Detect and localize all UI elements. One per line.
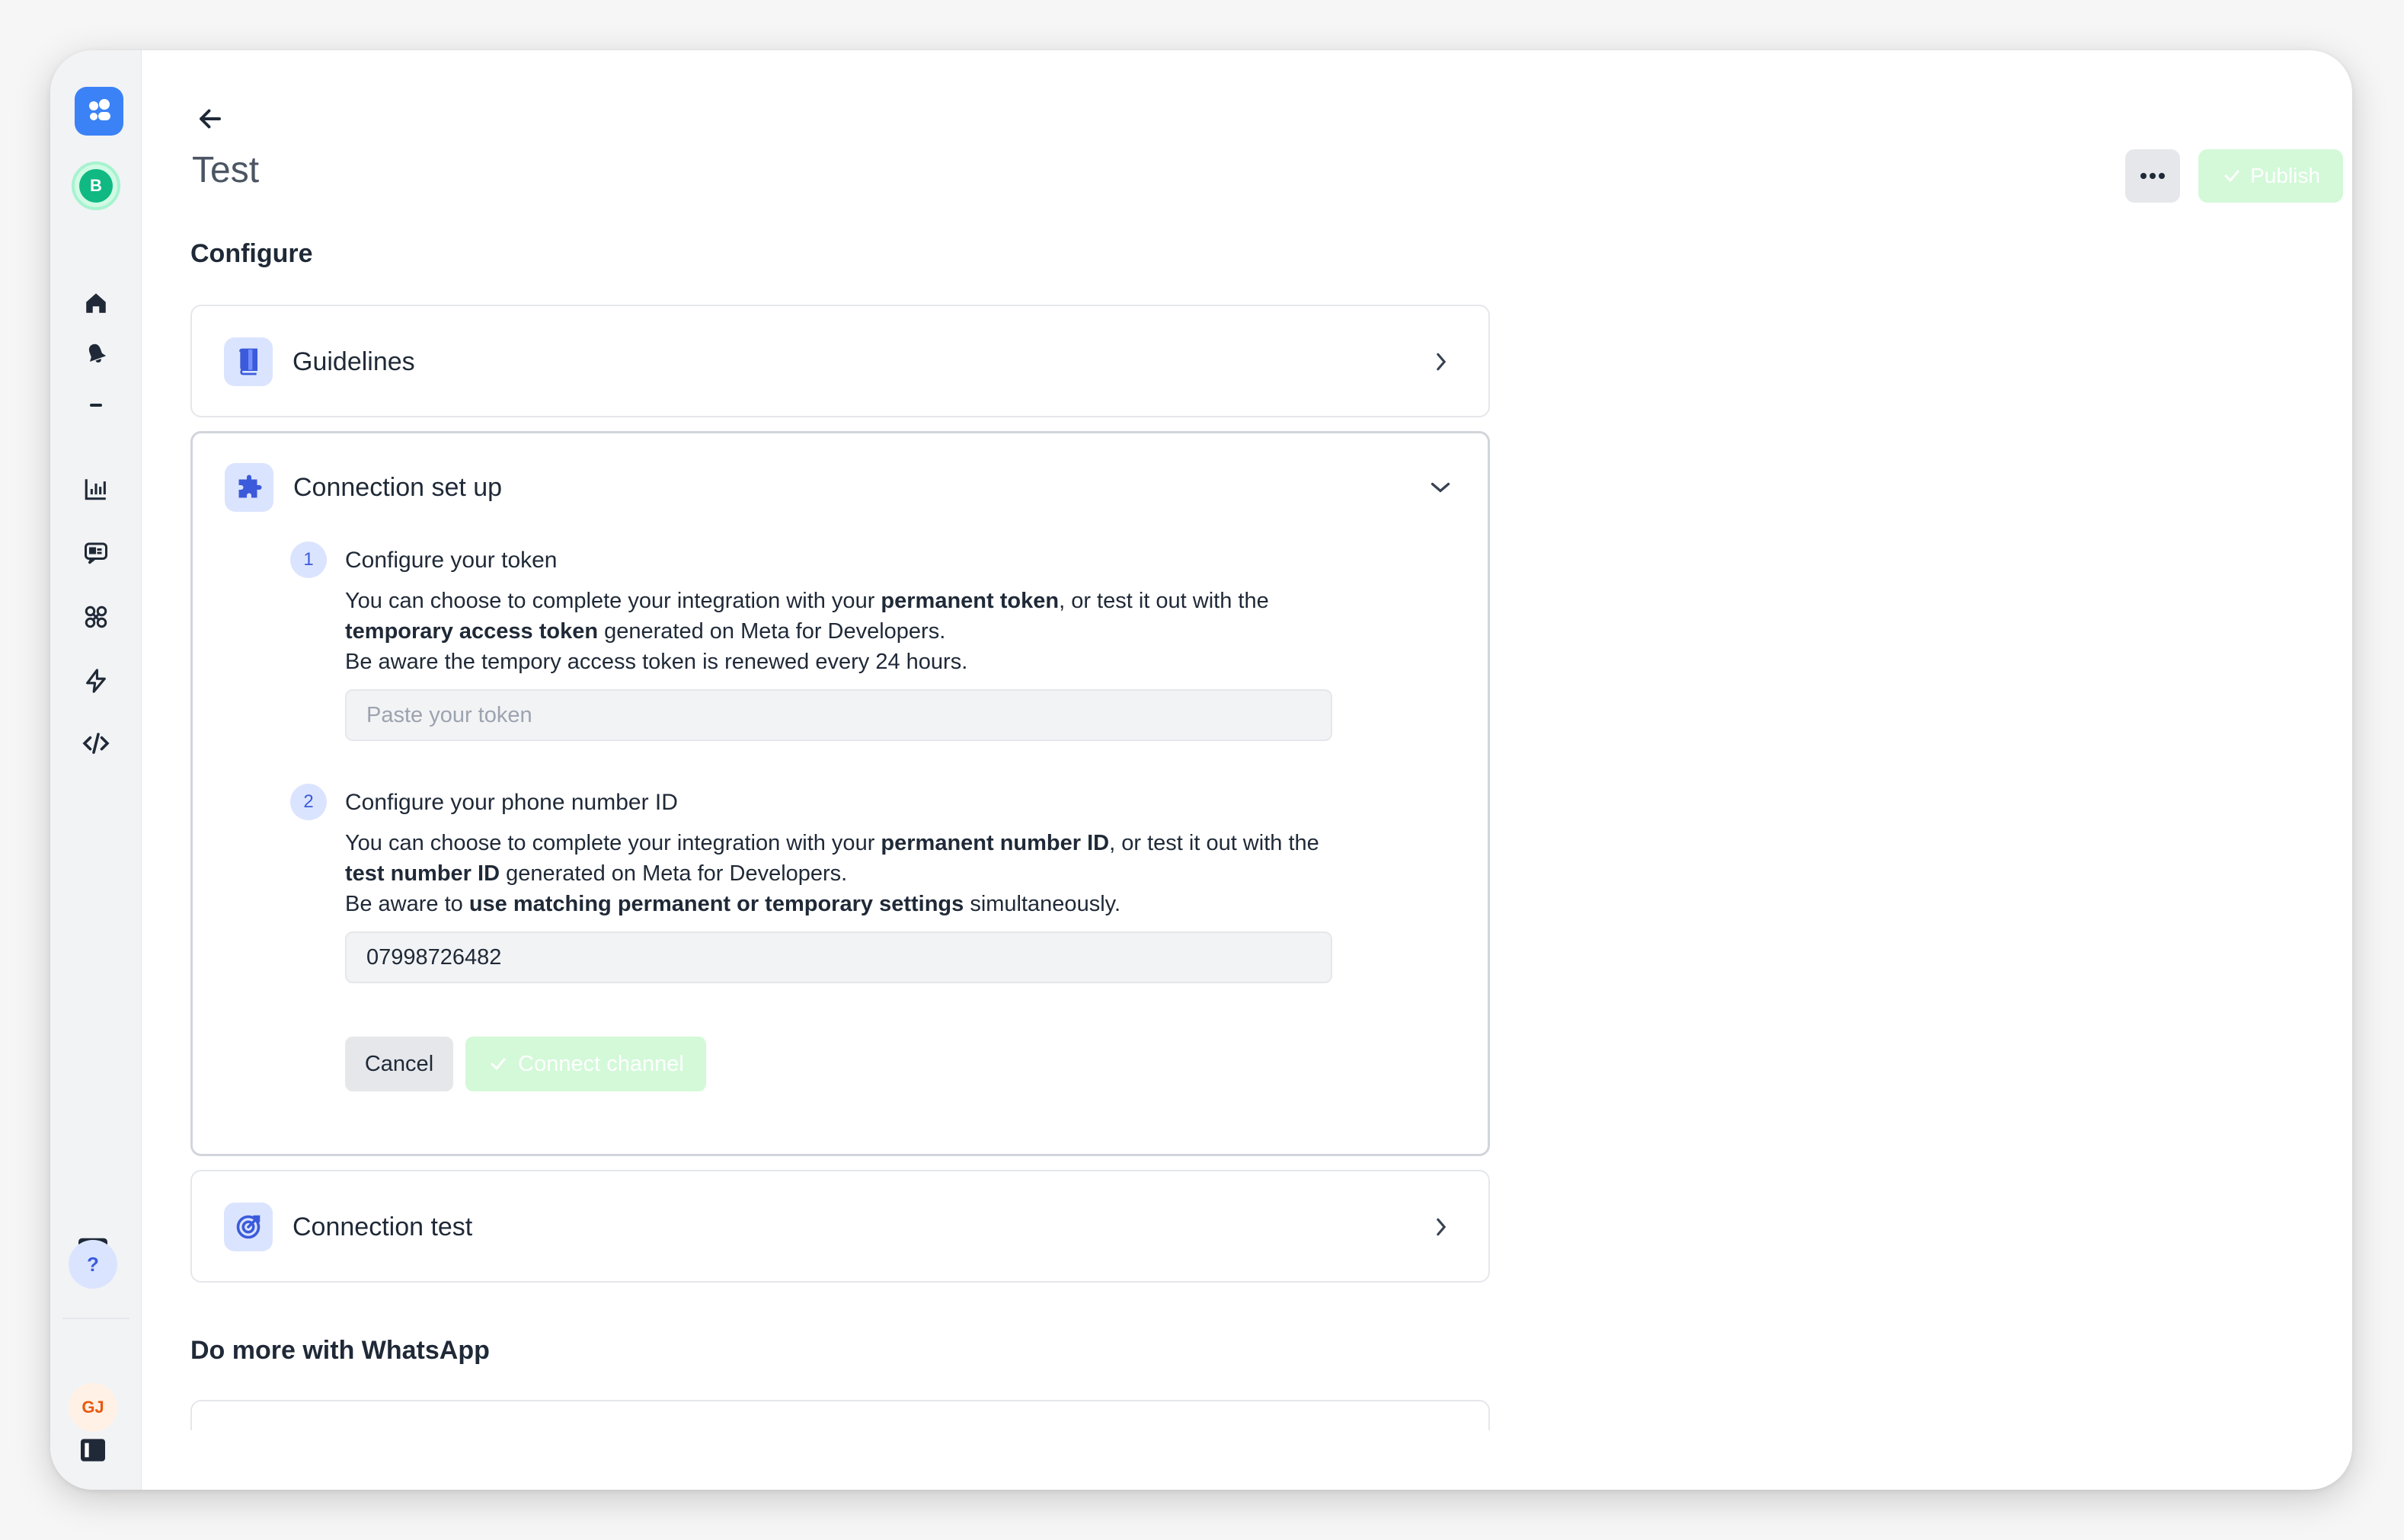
automation-icon[interactable] bbox=[81, 666, 111, 696]
connect-channel-button[interactable]: Connect channel bbox=[465, 1037, 706, 1091]
connection-setup-card: Connection set up 1 Configure your token… bbox=[190, 431, 1490, 1156]
step-description: You can choose to complete your integrat… bbox=[345, 586, 1335, 677]
token-input[interactable] bbox=[345, 689, 1332, 741]
desc-text: , or test it out with the bbox=[1059, 589, 1269, 613]
app-window: B ? GJ Test Publish Configure Guidelines… bbox=[50, 50, 2352, 1490]
workspace-avatar[interactable]: B bbox=[72, 161, 120, 210]
target-icon bbox=[224, 1203, 273, 1251]
guidelines-title: Guidelines bbox=[293, 347, 415, 376]
publish-label: Publish bbox=[2250, 164, 2320, 187]
more-icon bbox=[2140, 173, 2165, 179]
check-icon bbox=[2224, 170, 2239, 182]
desc-text: Be aware the tempory access token is ren… bbox=[345, 650, 968, 674]
desc-bold: use matching permanent or temporary sett… bbox=[468, 892, 964, 916]
desc-text: generated on Meta for Developers. bbox=[598, 619, 946, 644]
more-options-button[interactable] bbox=[2125, 149, 2180, 203]
configure-heading: Configure bbox=[190, 239, 313, 268]
desc-bold: temporary access token bbox=[345, 619, 599, 644]
back-button[interactable] bbox=[192, 101, 229, 137]
step-number: 1 bbox=[290, 542, 327, 578]
main-content: Test Publish Configure Guidelines Connec… bbox=[142, 50, 2352, 1490]
guidelines-card[interactable]: Guidelines bbox=[190, 305, 1490, 417]
publish-button[interactable]: Publish bbox=[2198, 149, 2343, 203]
desc-text: You can choose to complete your integrat… bbox=[345, 831, 881, 855]
desc-text: , or test it out with the bbox=[1109, 831, 1319, 855]
cancel-button[interactable]: Cancel bbox=[345, 1037, 453, 1091]
chevron-right-icon bbox=[1426, 1212, 1456, 1242]
desc-text: generated on Meta for Developers. bbox=[500, 861, 848, 886]
integrations-icon[interactable] bbox=[81, 602, 111, 632]
developer-icon[interactable] bbox=[81, 728, 111, 759]
connect-channel-label: Connect channel bbox=[518, 1051, 684, 1076]
connection-setup-header[interactable]: Connection set up bbox=[225, 462, 1456, 513]
desc-text: You can choose to complete your integrat… bbox=[345, 589, 881, 613]
home-icon[interactable] bbox=[81, 288, 111, 318]
help-button[interactable]: ? bbox=[69, 1240, 117, 1289]
arrow-left-icon bbox=[200, 109, 221, 129]
analytics-icon[interactable] bbox=[81, 474, 111, 504]
workspace-initial: B bbox=[79, 169, 113, 203]
connection-setup-title: Connection set up bbox=[293, 472, 503, 502]
desc-text: Be aware to bbox=[345, 892, 469, 916]
step-title: Configure your phone number ID bbox=[345, 790, 678, 815]
connection-test-title: Connection test bbox=[293, 1212, 473, 1241]
check-icon bbox=[491, 1058, 506, 1070]
inbox-icon[interactable] bbox=[81, 538, 111, 568]
panel-icon[interactable] bbox=[78, 1435, 108, 1465]
whatsapp-feature-card[interactable] bbox=[190, 1400, 1490, 1430]
desc-bold: permanent number ID bbox=[881, 831, 1110, 855]
phone-number-id-input[interactable] bbox=[345, 931, 1332, 983]
sidebar-divider bbox=[62, 1318, 129, 1319]
book-icon bbox=[224, 337, 273, 386]
user-initials: GJ bbox=[82, 1398, 104, 1417]
do-more-heading: Do more with WhatsApp bbox=[190, 1336, 490, 1365]
step-description: You can choose to complete your integrat… bbox=[345, 828, 1335, 919]
chevron-down-icon bbox=[1425, 472, 1456, 503]
chevron-right-icon bbox=[1426, 347, 1456, 377]
connection-test-card[interactable]: Connection test bbox=[190, 1170, 1490, 1283]
desc-bold: test number ID bbox=[345, 861, 500, 886]
help-icon: ? bbox=[87, 1252, 99, 1276]
notifications-icon[interactable] bbox=[81, 338, 111, 369]
user-avatar[interactable]: GJ bbox=[69, 1383, 117, 1432]
desc-bold: permanent token bbox=[881, 589, 1060, 613]
step-number: 2 bbox=[290, 784, 327, 820]
puzzle-icon bbox=[225, 463, 273, 512]
sidebar: B ? GJ bbox=[50, 50, 142, 1490]
desc-text: simultaneously. bbox=[964, 892, 1121, 916]
step-token: 1 Configure your token You can choose to… bbox=[290, 542, 1332, 755]
step-phone-number-id: 2 Configure your phone number ID You can… bbox=[290, 784, 1332, 997]
step-title: Configure your token bbox=[345, 548, 558, 573]
collapse-icon[interactable] bbox=[81, 390, 111, 420]
page-title: Test bbox=[192, 150, 260, 190]
logo-icon[interactable] bbox=[75, 87, 123, 136]
